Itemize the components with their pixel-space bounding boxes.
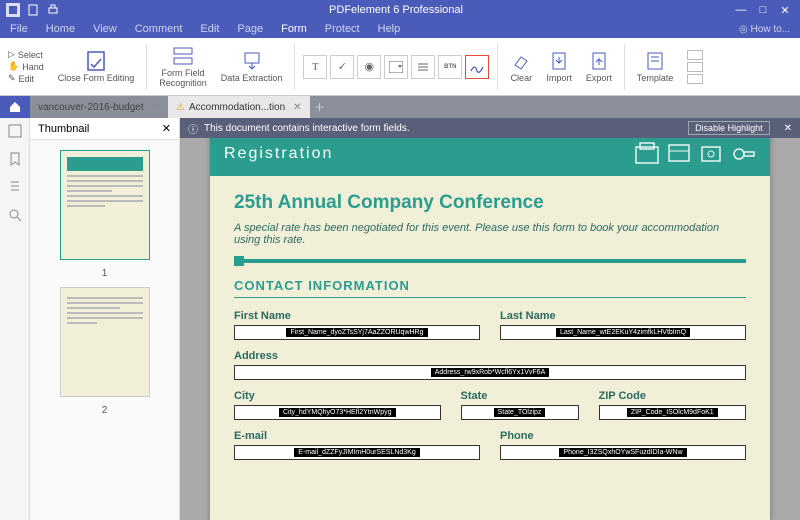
- tool-edit[interactable]: ✎ Edit: [8, 73, 44, 84]
- intro-text: A special rate has been negotiated for t…: [234, 222, 746, 246]
- button-tool[interactable]: BTN: [438, 55, 462, 79]
- list-tool[interactable]: [411, 55, 435, 79]
- thumbnail-title: Thumbnail: [38, 123, 89, 135]
- combo-tool[interactable]: [384, 55, 408, 79]
- thumb-label-2: 2: [102, 405, 108, 416]
- howto-link[interactable]: ◎ How to...: [739, 24, 790, 35]
- radio-tool[interactable]: ◉: [357, 55, 381, 79]
- menu-page[interactable]: Page: [237, 23, 263, 35]
- form-field-recognition-button[interactable]: Form Field Recognition: [155, 45, 211, 88]
- maximize-button[interactable]: □: [754, 4, 772, 17]
- menu-view[interactable]: View: [93, 23, 117, 35]
- close-button[interactable]: ✕: [776, 4, 794, 17]
- label-state: State: [461, 390, 579, 402]
- input-email[interactable]: E-mail_dZZFyJIMImH0urSESLNd3Kg: [234, 445, 480, 460]
- app-logo-icon: [6, 3, 20, 17]
- sidebar: [0, 118, 30, 520]
- label-city: City: [234, 390, 441, 402]
- menu-help[interactable]: Help: [378, 23, 401, 35]
- signature-tool[interactable]: [465, 55, 489, 79]
- bookmarks-icon[interactable]: [9, 152, 21, 166]
- tab-accommodation[interactable]: ⚠ Accommodation...tion✕: [168, 96, 310, 118]
- section-contact: CONTACT INFORMATION: [234, 278, 746, 293]
- input-zip[interactable]: ZIP_Code_ISOlcM9dFoK1: [599, 405, 747, 420]
- text-field-tool[interactable]: T: [303, 55, 327, 79]
- menu-home[interactable]: Home: [46, 23, 75, 35]
- data-extraction-button[interactable]: Data Extraction: [217, 50, 287, 83]
- print-icon[interactable]: [46, 3, 60, 17]
- label-email: E-mail: [234, 430, 480, 442]
- tab-vancouver[interactable]: vancouver-2016-budget✕: [30, 96, 168, 118]
- info-icon: ⓘ: [188, 121, 198, 136]
- label-address: Address: [234, 350, 746, 362]
- menu-form[interactable]: Form: [281, 23, 307, 35]
- warn-icon: ⚠: [176, 102, 185, 113]
- notify-msg: This document contains interactive form …: [204, 123, 410, 134]
- menu-comment[interactable]: Comment: [135, 23, 183, 35]
- page-header-title: Registration: [224, 145, 333, 163]
- more-2[interactable]: [687, 62, 703, 72]
- menu-file[interactable]: File: [10, 23, 28, 35]
- input-last-name[interactable]: Last_Name_wtE2EKuY4zimfkLHVtbImQ: [500, 325, 746, 340]
- attachments-icon[interactable]: [9, 180, 21, 194]
- tool-hand[interactable]: ✋ Hand: [8, 61, 44, 72]
- input-address[interactable]: Address_rw9xRob*Wcfl6Yx1VvF6A: [234, 365, 746, 380]
- more-1[interactable]: [687, 50, 703, 60]
- home-tab-button[interactable]: [0, 96, 30, 118]
- tabbar: vancouver-2016-budget✕ ⚠ Accommodation..…: [0, 96, 800, 118]
- menu-protect[interactable]: Protect: [325, 23, 360, 35]
- tab-close-icon[interactable]: ✕: [152, 102, 160, 113]
- more-3[interactable]: [687, 74, 703, 84]
- thumbnail-close-icon[interactable]: ✕: [162, 122, 171, 135]
- thumbnail-panel: Thumbnail ✕ 1 2: [30, 118, 180, 520]
- label-zip: ZIP Code: [599, 390, 747, 402]
- checkbox-tool[interactable]: ✓: [330, 55, 354, 79]
- conference-title: 25th Annual Company Conference: [234, 192, 746, 214]
- thumbnail-page-1[interactable]: [60, 150, 150, 260]
- tab-close-icon[interactable]: ✕: [293, 102, 301, 113]
- page: Registration 25th Annual Company Confere…: [210, 138, 770, 520]
- thumbnails-icon[interactable]: [8, 124, 22, 138]
- label-phone: Phone: [500, 430, 746, 442]
- menubar: File Home View Comment Edit Page Form Pr…: [0, 20, 800, 38]
- tool-select[interactable]: ▷ Select: [8, 49, 44, 60]
- clear-button[interactable]: Clear: [506, 50, 536, 83]
- ribbon: ▷ Select ✋ Hand ✎ Edit Close Form Editin…: [0, 38, 800, 96]
- header-icons: [634, 141, 756, 167]
- search-icon[interactable]: [8, 208, 22, 222]
- input-first-name[interactable]: First_Name_dyoZTsSYj7AaZZORUqwHRg: [234, 325, 480, 340]
- menu-edit[interactable]: Edit: [200, 23, 219, 35]
- thumb-label-1: 1: [102, 268, 108, 279]
- input-state[interactable]: State_TOlzipz: [461, 405, 579, 420]
- thumbnail-page-2[interactable]: [60, 287, 150, 397]
- label-first-name: First Name: [234, 310, 480, 322]
- minimize-button[interactable]: —: [732, 4, 750, 17]
- close-form-editing-button[interactable]: Close Form Editing: [54, 50, 139, 83]
- template-button[interactable]: Template: [633, 50, 678, 83]
- new-tab-button[interactable]: ＋: [310, 99, 330, 115]
- input-city[interactable]: City_hdYMQhyO73*HEfl2YtnWpyg: [234, 405, 441, 420]
- file-new-icon[interactable]: [26, 3, 40, 17]
- export-button[interactable]: Export: [582, 50, 616, 83]
- disable-highlight-button[interactable]: Disable Highlight: [688, 121, 770, 135]
- notify-close-icon[interactable]: ✕: [784, 123, 792, 134]
- import-button[interactable]: Import: [542, 50, 576, 83]
- app-title: PDFelement 6 Professional: [60, 4, 732, 16]
- input-phone[interactable]: Phone_I3ZSQxhOYwSFuzdIDIa-WNw: [500, 445, 746, 460]
- notify-bar: ⓘ This document contains interactive for…: [180, 118, 800, 138]
- label-last-name: Last Name: [500, 310, 746, 322]
